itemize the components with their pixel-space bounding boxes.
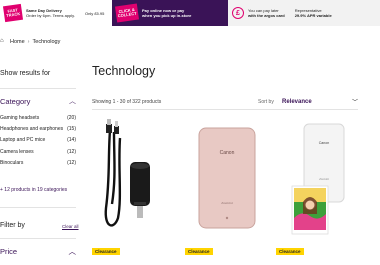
show-results-heading: Show results for: [0, 70, 51, 77]
fast-track-badge: FAST TRACK: [2, 3, 24, 23]
category-list: Gaming headsets (20) Headphones and earp…: [0, 115, 76, 171]
sidebar: Show results for: [0, 70, 76, 77]
clear-all-link[interactable]: Clear all: [62, 224, 79, 229]
promo-argos-card[interactable]: £ You can pay later with the argos card …: [228, 0, 380, 26]
product-image[interactable]: [92, 118, 178, 236]
category-item[interactable]: Headphones and earphones (15): [0, 126, 76, 137]
category-accordion[interactable]: Category ︿: [0, 96, 76, 106]
click-collect-badge: CLICK & COLLECT: [114, 3, 140, 23]
product-image[interactable]: Canon Zoemini: [276, 118, 362, 236]
product-card[interactable]: Canon Zoemini Clearance: [185, 118, 271, 258]
promo-same-day[interactable]: FAST TRACK Same Day Delivery Order by 6p…: [0, 0, 112, 26]
more-categories-link[interactable]: + 12 products in 19 categories: [0, 187, 67, 193]
results-count: Showing 1 - 30 of 322 products: [92, 99, 162, 105]
chevron-down-icon: ﹀: [351, 100, 358, 106]
promo-strip: FAST TRACK Same Day Delivery Order by 6p…: [0, 0, 380, 26]
pay-line-2: when you pick up in-store: [142, 13, 192, 18]
divider: [0, 238, 76, 239]
sort-value: Relevance: [282, 98, 312, 105]
chevron-up-icon: ︿: [69, 98, 76, 105]
apr-line-2: 29.9% APR variable: [294, 13, 332, 18]
divider: [0, 88, 76, 89]
price-label: Price: [0, 247, 18, 256]
page: FAST TRACK Same Day Delivery Order by 6p…: [0, 0, 380, 265]
category-item[interactable]: Gaming headsets (20): [0, 115, 76, 126]
category-label: Category: [0, 96, 31, 106]
sort-by-label: Sort by: [258, 99, 274, 105]
breadcrumb-current: Technology: [32, 38, 61, 45]
product-image[interactable]: Canon Zoemini: [185, 118, 271, 236]
divider: [0, 207, 76, 208]
sort-select[interactable]: Relevance ﹀: [282, 97, 358, 107]
divider: [92, 109, 358, 110]
promo-click-collect[interactable]: CLICK & COLLECT Pay online now or pay wh…: [112, 0, 228, 26]
breadcrumb: ⌂ Home › Technology: [0, 38, 60, 45]
home-icon[interactable]: ⌂: [0, 38, 7, 45]
card-line-2: with the argos card: [248, 13, 285, 18]
clearance-badge: Clearance: [276, 248, 304, 255]
category-item[interactable]: Camera lenses (12): [0, 149, 76, 160]
chevron-up-icon: ︿: [68, 247, 77, 256]
price-accordion[interactable]: Price ︿: [0, 246, 76, 257]
clearance-badge: Clearance: [92, 248, 120, 255]
pound-icon: £: [232, 7, 244, 19]
same-day-sub: Order by 6pm. Terms apply.: [26, 13, 75, 18]
category-item[interactable]: Binoculars (12): [0, 160, 76, 171]
clearance-badge: Clearance: [185, 248, 213, 255]
svg-text:Canon: Canon: [220, 150, 235, 156]
filter-by-heading: Filter by: [0, 222, 25, 229]
breadcrumb-separator: ›: [27, 38, 30, 45]
product-card[interactable]: Clearance: [92, 118, 178, 258]
svg-text:Canon: Canon: [319, 141, 330, 145]
same-day-price: Only £5.95: [84, 10, 105, 16]
page-title: Technology: [92, 64, 156, 78]
breadcrumb-home[interactable]: Home: [10, 39, 25, 45]
svg-text:Zoemini: Zoemini: [319, 177, 329, 181]
product-card[interactable]: Canon Zoemini Clearance: [276, 118, 362, 258]
category-item[interactable]: Laptop and PC mice (14): [0, 137, 76, 148]
svg-text:Zoemini: Zoemini: [221, 201, 233, 205]
